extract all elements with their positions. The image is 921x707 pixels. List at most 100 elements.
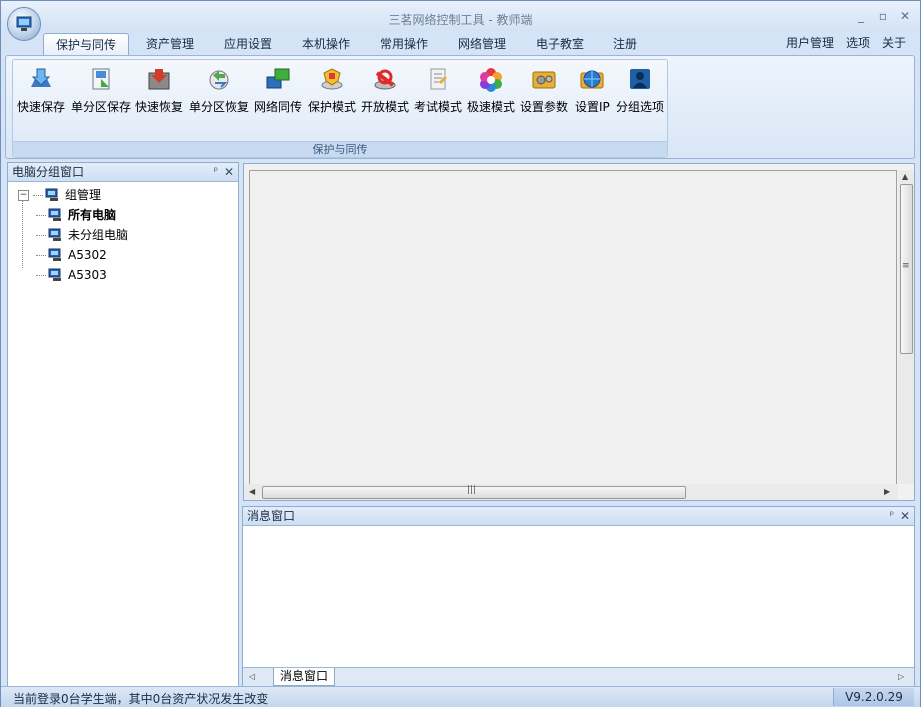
maximize-button[interactable]: ▫: [876, 9, 890, 23]
tab-asset-mgmt[interactable]: 资产管理: [134, 33, 206, 55]
tree-node-ungrouped[interactable]: 未分组电脑: [8, 225, 238, 245]
scroll-grip-icon: |||: [467, 485, 477, 495]
app-logo-icon: [16, 16, 32, 31]
exam-mode-icon: [423, 64, 453, 94]
pin-icon[interactable]: ᵖ: [890, 507, 894, 525]
tab-network-mgmt[interactable]: 网络管理: [446, 33, 518, 55]
tree-label-ungrouped: 未分组电脑: [68, 228, 129, 242]
scroll-right-icon[interactable]: ▶: [884, 487, 890, 496]
set-ip-button[interactable]: 设置IP: [575, 64, 610, 118]
ribbon-tab-row: 保护与同传 资产管理 应用设置 本机操作 常用操作 网络管理 电子教室 注册: [1, 31, 920, 56]
ribbon-panel: 快速保存 单分区保存 快速恢复 单分区恢复 网络同传 保护模式 开放模式 考试模…: [5, 55, 915, 159]
partition-restore-label: 单分区恢复: [189, 100, 250, 114]
computer-group-panel-header: 电脑分组窗口 ᵖ ✕: [8, 163, 238, 182]
user-mgmt-menu[interactable]: 用户管理: [786, 34, 834, 51]
quick-save-label: 快速保存: [17, 100, 66, 114]
exam-mode-button[interactable]: 考试模式: [414, 64, 462, 118]
scroll-grip-icon: ≡: [902, 261, 910, 271]
network-transfer-label: 网络同传: [254, 100, 303, 114]
tab-scroll-right-icon[interactable]: ▷: [898, 672, 904, 681]
minimize-button[interactable]: _: [854, 9, 868, 23]
options-menu[interactable]: 选项: [846, 34, 870, 51]
window-title: 三茗网络控制工具 - 教师端: [388, 13, 533, 27]
computer-icon: [48, 248, 61, 261]
computer-icon: [48, 208, 61, 221]
quick-restore-label: 快速恢复: [135, 100, 184, 114]
set-ip-label: 设置IP: [575, 100, 610, 114]
app-menu-button[interactable]: [7, 7, 41, 41]
status-text: 当前登录0台学生端，其中0台资产状况发生改变: [13, 692, 269, 706]
scroll-left-icon[interactable]: ◀: [249, 487, 255, 496]
about-menu[interactable]: 关于: [882, 34, 906, 51]
horizontal-scroll-thumb[interactable]: |||: [262, 485, 686, 499]
partition-restore-icon: [204, 64, 234, 94]
close-icon[interactable]: ✕: [900, 507, 910, 525]
set-ip-icon: [577, 64, 607, 94]
group-options-label: 分组选项: [616, 100, 665, 114]
settings-button[interactable]: 设置参数: [520, 64, 568, 118]
tree-label-a5302: A5302: [68, 248, 107, 262]
quick-restore-icon: [144, 64, 174, 94]
computer-icon: [45, 188, 58, 201]
scroll-up-icon[interactable]: ▲: [902, 172, 908, 181]
tree-label-all-computers: 所有电脑: [68, 208, 117, 222]
message-panel: 消息窗口 ᵖ ✕ ◁ 消息窗口 ▷: [242, 506, 915, 687]
computer-view-area[interactable]: ▲ ≡ ◀ ||| ▶: [243, 163, 915, 501]
vertical-scrollbar[interactable]: ▲ ≡: [898, 170, 914, 484]
turbo-mode-icon: [476, 64, 506, 94]
tree-expander-icon[interactable]: −: [18, 189, 29, 201]
vertical-scroll-thumb[interactable]: ≡: [900, 184, 913, 354]
close-icon[interactable]: ✕: [224, 163, 234, 181]
computer-group-panel: 电脑分组窗口 ᵖ ✕ − 组管理 所有电脑 未分组电脑 A5302 A5303: [7, 162, 239, 687]
quick-save-button[interactable]: 快速保存: [17, 64, 65, 118]
exam-mode-label: 考试模式: [414, 100, 463, 114]
open-mode-button[interactable]: 开放模式: [361, 64, 409, 118]
quick-save-icon: [26, 64, 56, 94]
partition-save-button[interactable]: 单分区保存: [71, 64, 131, 118]
computer-view-canvas[interactable]: [249, 170, 897, 485]
open-mode-icon: [370, 64, 400, 94]
protect-mode-label: 保护模式: [308, 100, 357, 114]
tab-scroll-left-icon[interactable]: ◁: [249, 672, 255, 681]
tree-node-a5302[interactable]: A5302: [8, 245, 238, 265]
tab-common-ops[interactable]: 常用操作: [368, 33, 440, 55]
horizontal-scrollbar[interactable]: ◀ ||| ▶: [244, 484, 898, 500]
settings-label: 设置参数: [520, 100, 569, 114]
open-mode-label: 开放模式: [361, 100, 410, 114]
tab-protect-sync[interactable]: 保护与同传: [43, 33, 130, 56]
status-bar: 当前登录0台学生端，其中0台资产状况发生改变 V9.2.0.29: [1, 686, 920, 707]
tab-message-window[interactable]: 消息窗口: [273, 668, 336, 686]
message-panel-header: 消息窗口 ᵖ ✕: [243, 507, 914, 526]
turbo-mode-button[interactable]: 极速模式: [467, 64, 515, 118]
group-options-icon: [625, 64, 655, 94]
tree-node-all-computers[interactable]: 所有电脑: [8, 205, 238, 225]
turbo-mode-label: 极速模式: [467, 100, 516, 114]
tab-register[interactable]: 注册: [601, 33, 649, 55]
computer-icon: [48, 268, 61, 281]
tab-e-classroom[interactable]: 电子教室: [524, 33, 596, 55]
group-tree: − 组管理 所有电脑 未分组电脑 A5302 A5303: [8, 182, 238, 285]
close-button[interactable]: ✕: [898, 9, 912, 23]
tab-app-settings[interactable]: 应用设置: [212, 33, 284, 55]
pin-icon[interactable]: ᵖ: [214, 163, 218, 181]
quick-restore-button[interactable]: 快速恢复: [135, 64, 183, 118]
message-panel-title: 消息窗口: [247, 509, 296, 523]
partition-restore-button[interactable]: 单分区恢复: [189, 64, 249, 118]
network-transfer-button[interactable]: 网络同传: [254, 64, 302, 118]
title-bar: 三茗网络控制工具 - 教师端 _ ▫ ✕: [1, 1, 920, 31]
partition-save-label: 单分区保存: [71, 100, 132, 114]
ribbon-group-protect: 快速保存 单分区保存 快速恢复 单分区恢复 网络同传 保护模式 开放模式 考试模…: [12, 59, 668, 158]
ribbon-group-label: 保护与同传: [13, 141, 667, 157]
tree-node-root[interactable]: − 组管理: [8, 185, 238, 205]
partition-save-icon: [86, 64, 116, 94]
group-options-button[interactable]: 分组选项: [616, 64, 664, 118]
tree-node-a5303[interactable]: A5303: [8, 265, 238, 285]
settings-icon: [529, 64, 559, 94]
protect-mode-button[interactable]: 保护模式: [308, 64, 356, 118]
version-label: V9.2.0.29: [833, 688, 914, 706]
protect-mode-icon: [317, 64, 347, 94]
network-transfer-icon: [263, 64, 293, 94]
computer-group-panel-title: 电脑分组窗口: [12, 165, 85, 179]
message-tab-strip: ◁ 消息窗口 ▷: [243, 667, 914, 686]
tab-local-ops[interactable]: 本机操作: [290, 33, 362, 55]
